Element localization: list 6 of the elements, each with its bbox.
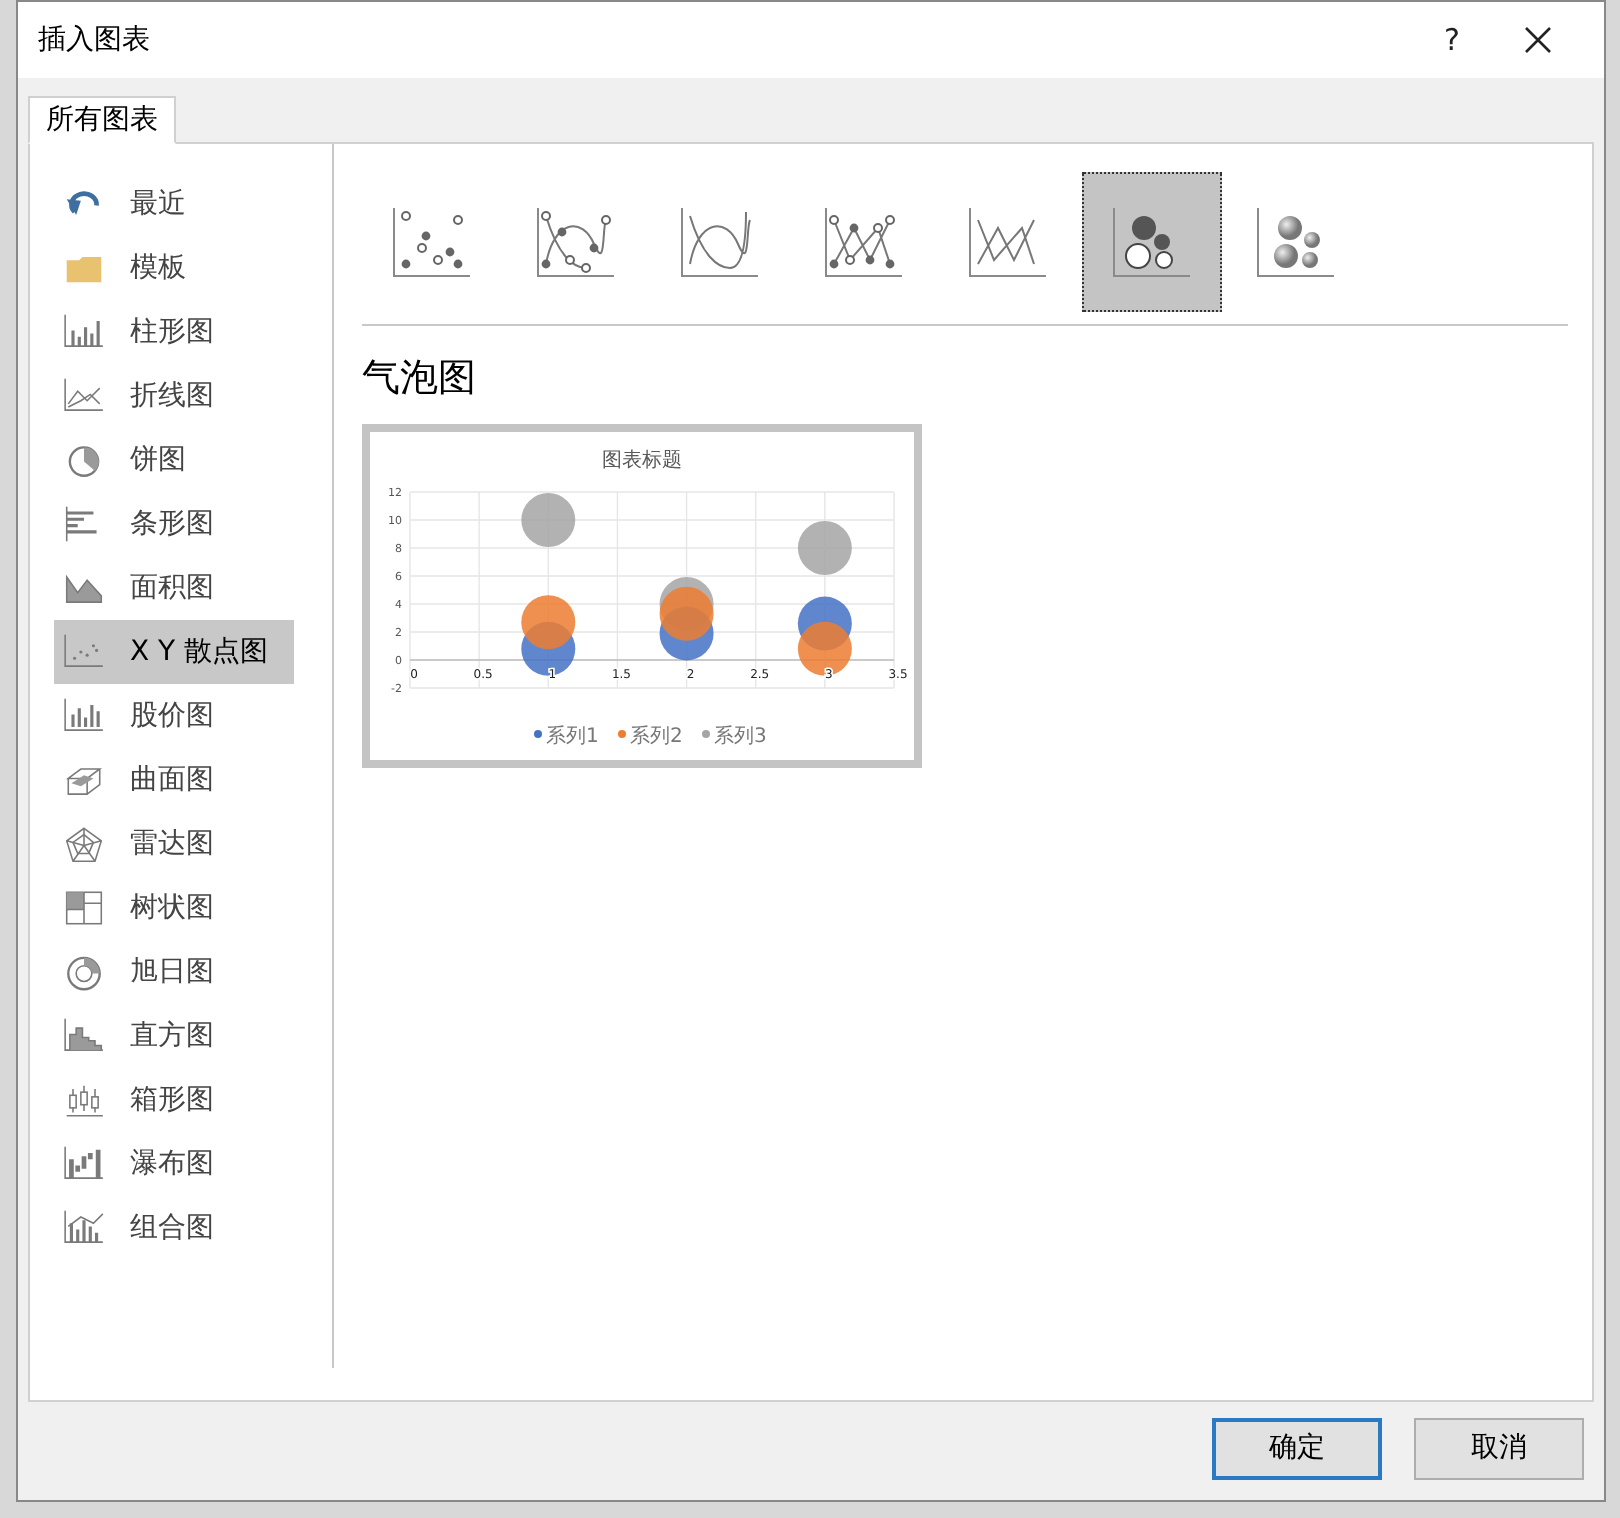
window-title: 插入图表 <box>38 21 150 59</box>
chart-title: 图表标题 <box>602 449 682 471</box>
chart-type-heading: 气泡图 <box>362 354 478 404</box>
legend-label: 系列2 <box>630 725 683 747</box>
legend-label: 系列1 <box>546 725 599 747</box>
legend-label: 系列3 <box>714 725 767 747</box>
